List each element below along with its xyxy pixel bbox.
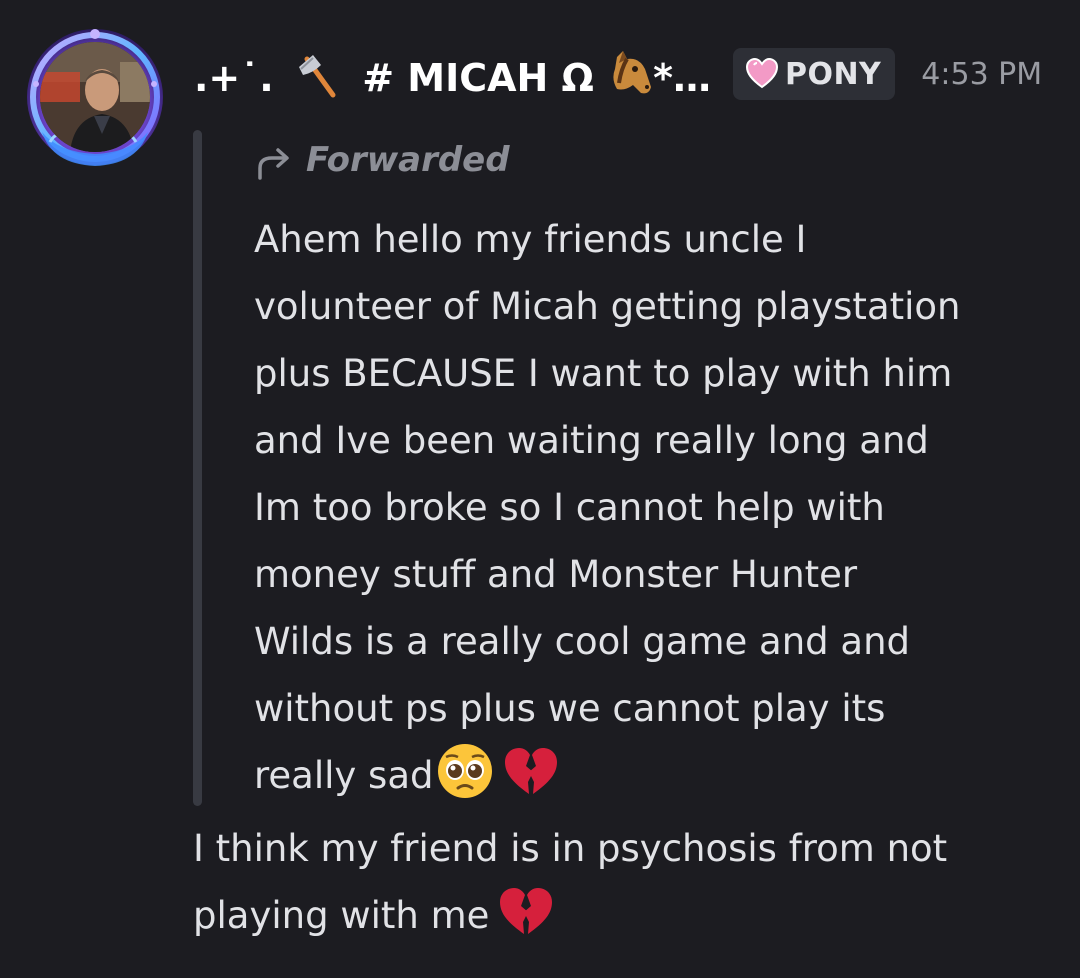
pink-heart-icon — [745, 57, 778, 89]
text-line: plus BECAUSE I want to play with him — [254, 352, 953, 395]
text-line: volunteer of Micah getting playstation — [254, 285, 961, 328]
username[interactable]: .+˙. # MICAH Ω *… — [194, 49, 711, 100]
username-main: # MICAH Ω — [362, 55, 594, 100]
axe-icon — [298, 54, 336, 97]
text-line-with-emoji: playing with me — [193, 882, 1063, 949]
text-line: without ps plus we cannot play its — [254, 687, 886, 730]
text-line: playing with me — [193, 894, 490, 937]
username-suffix: *… — [653, 55, 711, 100]
timestamp[interactable]: 4:53 PM — [921, 57, 1042, 92]
forwarded-message-text: Ahem hello my friends uncle I volunteer … — [254, 206, 1054, 809]
text-line-with-emoji: really sad — [254, 742, 1054, 809]
text-line: really sad — [254, 754, 434, 797]
message-text: I think my friend is in psychosis from n… — [193, 816, 1063, 949]
avatar[interactable] — [22, 24, 168, 170]
broken-heart-icon — [504, 748, 557, 794]
text-line: and Ive been waiting really long and — [254, 419, 929, 462]
forward-arrow-icon — [258, 148, 289, 180]
broken-heart-icon — [500, 888, 553, 934]
text-line: money stuff and Monster Hunter — [254, 553, 858, 596]
text-line: Ahem hello my friends uncle I — [254, 218, 807, 261]
text-line: Im too broke so I cannot help with — [254, 486, 885, 529]
chat-message: .+˙. # MICAH Ω *… PONY 4:53 PM Forwarded… — [0, 0, 1080, 978]
forwarded-label: Forwarded — [306, 140, 510, 180]
avatar-photo — [40, 42, 150, 152]
message-header: .+˙. # MICAH Ω *… PONY 4:53 PM — [194, 44, 1042, 104]
text-line: I think my friend is in psychosis from n… — [193, 827, 948, 870]
text-line: Wilds is a really cool game and and — [254, 620, 911, 663]
server-tag-label: PONY — [784, 56, 882, 92]
horse-face-icon — [613, 50, 652, 93]
pleading-face-icon — [437, 744, 492, 798]
forward-quote-bar — [193, 130, 202, 806]
forwarded-indicator[interactable]: Forwarded — [256, 140, 510, 180]
username-prefix: .+˙. — [194, 55, 274, 100]
server-tag-badge[interactable]: PONY — [732, 48, 896, 100]
